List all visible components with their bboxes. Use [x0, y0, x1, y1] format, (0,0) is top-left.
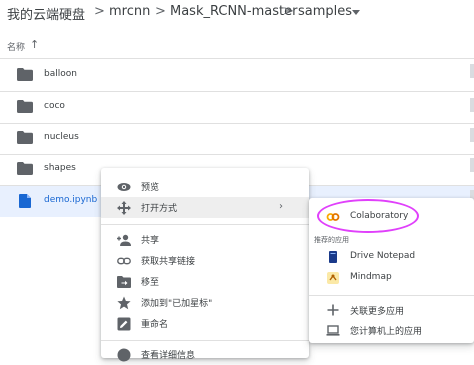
scrollbar-mark[interactable]	[470, 128, 474, 142]
eye-icon	[117, 183, 131, 191]
notepad-icon	[329, 251, 337, 263]
breadcrumb: 我的云端硬盘 > mrcnn > Mask_RCNN-master > samp…	[0, 0, 474, 26]
mindmap-icon	[327, 272, 339, 284]
add-person-icon	[117, 234, 131, 246]
laptop-icon	[326, 325, 340, 336]
scrollbar-mark[interactable]	[470, 98, 474, 112]
menu-item-label: 获取共享链接	[141, 257, 196, 267]
menu-item-label: 移至	[141, 278, 160, 288]
menu-item-label: 重命名	[141, 320, 169, 330]
menu-divider	[101, 224, 309, 225]
submenu-item-label: Drive Notepad	[350, 251, 416, 261]
menu-item-open-with[interactable]: 打开方式 ›	[101, 197, 309, 218]
menu-divider	[309, 295, 474, 296]
submenu-item-label: Mindmap	[350, 272, 392, 282]
breadcrumb-my-drive[interactable]: 我的云端硬盘	[7, 4, 85, 23]
folder-icon	[17, 68, 33, 81]
submenu-item-connect-more[interactable]: 关联更多应用	[309, 299, 474, 321]
info-icon	[117, 348, 131, 362]
menu-divider	[101, 340, 309, 341]
star-icon	[117, 296, 131, 310]
divider	[0, 58, 474, 59]
highlight-circle-annotation	[317, 199, 419, 233]
submenu-item-mindmap[interactable]: Mindmap	[309, 267, 474, 289]
menu-item-label: 查看详细信息	[141, 351, 196, 361]
file-name: shapes	[44, 163, 76, 173]
menu-item-details[interactable]: 查看详细信息	[101, 344, 309, 365]
folder-icon	[17, 131, 33, 144]
sort-name-label[interactable]: 名称	[7, 40, 25, 53]
menu-item-label: 添加到"已加星标"	[141, 299, 213, 309]
plus-icon	[327, 304, 339, 316]
menu-item-get-link[interactable]: 获取共享链接	[101, 250, 309, 271]
menu-item-label: 打开方式	[141, 204, 178, 214]
scrollbar-mark[interactable]	[470, 64, 474, 78]
file-name: coco	[44, 101, 65, 111]
document-icon	[19, 194, 31, 208]
menu-item-label: 预览	[141, 183, 160, 193]
menu-item-rename[interactable]: 重命名	[101, 313, 309, 334]
context-menu: 预览 打开方式 › 共享 获取共享链接 移至 添加到"已加星标" 重命名 查看详…	[101, 168, 309, 362]
breadcrumb-separator: >	[94, 4, 105, 19]
column-header: 名称 ↑	[0, 37, 474, 57]
menu-item-label: 共享	[141, 236, 160, 246]
chevron-right-icon: ›	[279, 201, 283, 212]
menu-item-add-star[interactable]: 添加到"已加星标"	[101, 292, 309, 313]
edit-icon	[117, 317, 131, 331]
file-row-balloon[interactable]: balloon	[0, 60, 474, 91]
sort-arrow-icon[interactable]: ↑	[30, 38, 39, 51]
breadcrumb-mrcnn[interactable]: mrcnn	[109, 4, 150, 19]
submenu-item-drive-notepad[interactable]: Drive Notepad	[309, 246, 474, 268]
scrollbar-mark[interactable]	[470, 158, 474, 172]
file-name: balloon	[44, 69, 77, 79]
file-row-nucleus[interactable]: nucleus	[0, 123, 474, 154]
menu-item-move-to[interactable]: 移至	[101, 271, 309, 292]
menu-item-share[interactable]: 共享	[101, 229, 309, 250]
file-name: nucleus	[44, 132, 79, 142]
folder-icon	[17, 162, 33, 175]
menu-item-preview[interactable]: 预览	[101, 176, 309, 197]
file-row-coco[interactable]: coco	[0, 92, 474, 123]
submenu-item-label: 关联更多应用	[350, 307, 405, 317]
folder-move-icon	[117, 276, 131, 288]
breadcrumb-mask-rcnn-master[interactable]: Mask_RCNN-master	[170, 4, 297, 19]
submenu-item-computer-apps[interactable]: 您计算机上的应用	[309, 319, 474, 341]
breadcrumb-separator: >	[283, 4, 294, 19]
breadcrumb-samples[interactable]: samples	[298, 4, 352, 19]
breadcrumb-separator: >	[155, 4, 166, 19]
move-arrows-icon	[117, 201, 131, 215]
file-name: demo.ipynb	[44, 195, 98, 205]
link-icon	[117, 257, 131, 265]
folder-icon	[17, 100, 33, 113]
chevron-down-icon[interactable]	[352, 10, 360, 15]
submenu-item-label: 您计算机上的应用	[350, 327, 423, 337]
recommended-apps-header: 推荐的应用	[314, 236, 349, 244]
